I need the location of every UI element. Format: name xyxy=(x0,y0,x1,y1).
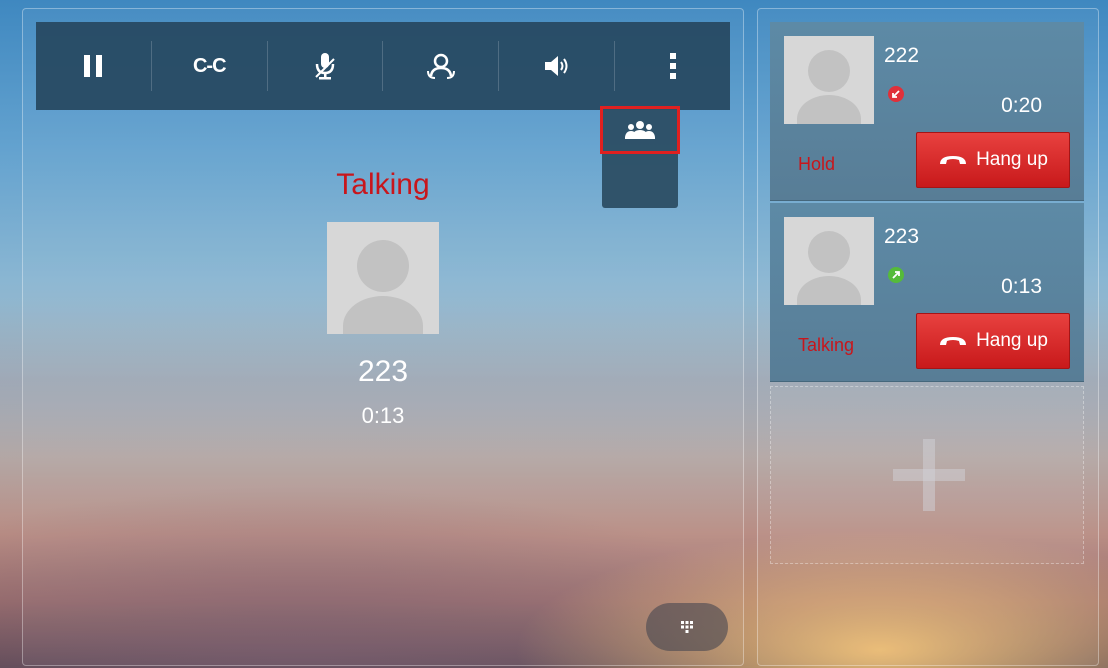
mute-button[interactable] xyxy=(268,41,384,91)
contact-avatar-icon xyxy=(784,217,874,305)
hold-button[interactable] xyxy=(36,41,152,91)
conference-button[interactable] xyxy=(383,41,500,91)
speaker-button[interactable] xyxy=(499,41,616,91)
conference-icon xyxy=(625,121,655,139)
hang-up-icon xyxy=(940,337,967,345)
more-dropdown xyxy=(600,106,680,208)
pause-icon xyxy=(84,55,103,77)
card-status: Hold xyxy=(798,154,836,174)
hang-up-button[interactable]: Hang up xyxy=(916,132,1070,188)
call-status: Talking xyxy=(336,168,430,201)
transfer-button[interactable]: C-C xyxy=(152,41,268,91)
outgoing-call-icon xyxy=(888,267,904,283)
speaker-icon xyxy=(544,56,568,76)
conference-menu-item[interactable] xyxy=(600,106,680,154)
hang-up-icon xyxy=(940,156,967,164)
contact-avatar-icon xyxy=(784,36,874,124)
contact-avatar-icon xyxy=(327,222,439,334)
people-icon xyxy=(426,53,455,79)
call-card-222[interactable]: 222 0:20 Hold Hang up xyxy=(770,22,1084,201)
card-duration: 0:20 xyxy=(1001,94,1042,117)
card-number: 223 xyxy=(884,225,920,248)
microphone-icon xyxy=(315,53,335,80)
caller-number: 223 xyxy=(357,355,409,388)
card-status: Talking xyxy=(798,335,855,355)
more-icon xyxy=(669,53,676,79)
dialpad-button[interactable] xyxy=(646,603,728,651)
call-toolbar: C-C xyxy=(36,22,730,110)
hang-up-button[interactable]: Hang up xyxy=(916,313,1070,369)
call-duration: 0:13 xyxy=(361,403,405,428)
hang-up-label: Hang up xyxy=(976,149,1048,170)
add-call-slot[interactable] xyxy=(770,386,1084,564)
transfer-icon: C-C xyxy=(192,54,227,77)
card-number: 222 xyxy=(884,44,920,67)
call-card-223[interactable]: 223 0:13 Talking Hang up xyxy=(770,203,1084,382)
dialpad-icon xyxy=(681,621,693,633)
hang-up-label: Hang up xyxy=(976,330,1048,351)
card-duration: 0:13 xyxy=(1001,275,1042,298)
incoming-call-icon xyxy=(888,86,904,102)
more-button[interactable] xyxy=(615,41,730,91)
